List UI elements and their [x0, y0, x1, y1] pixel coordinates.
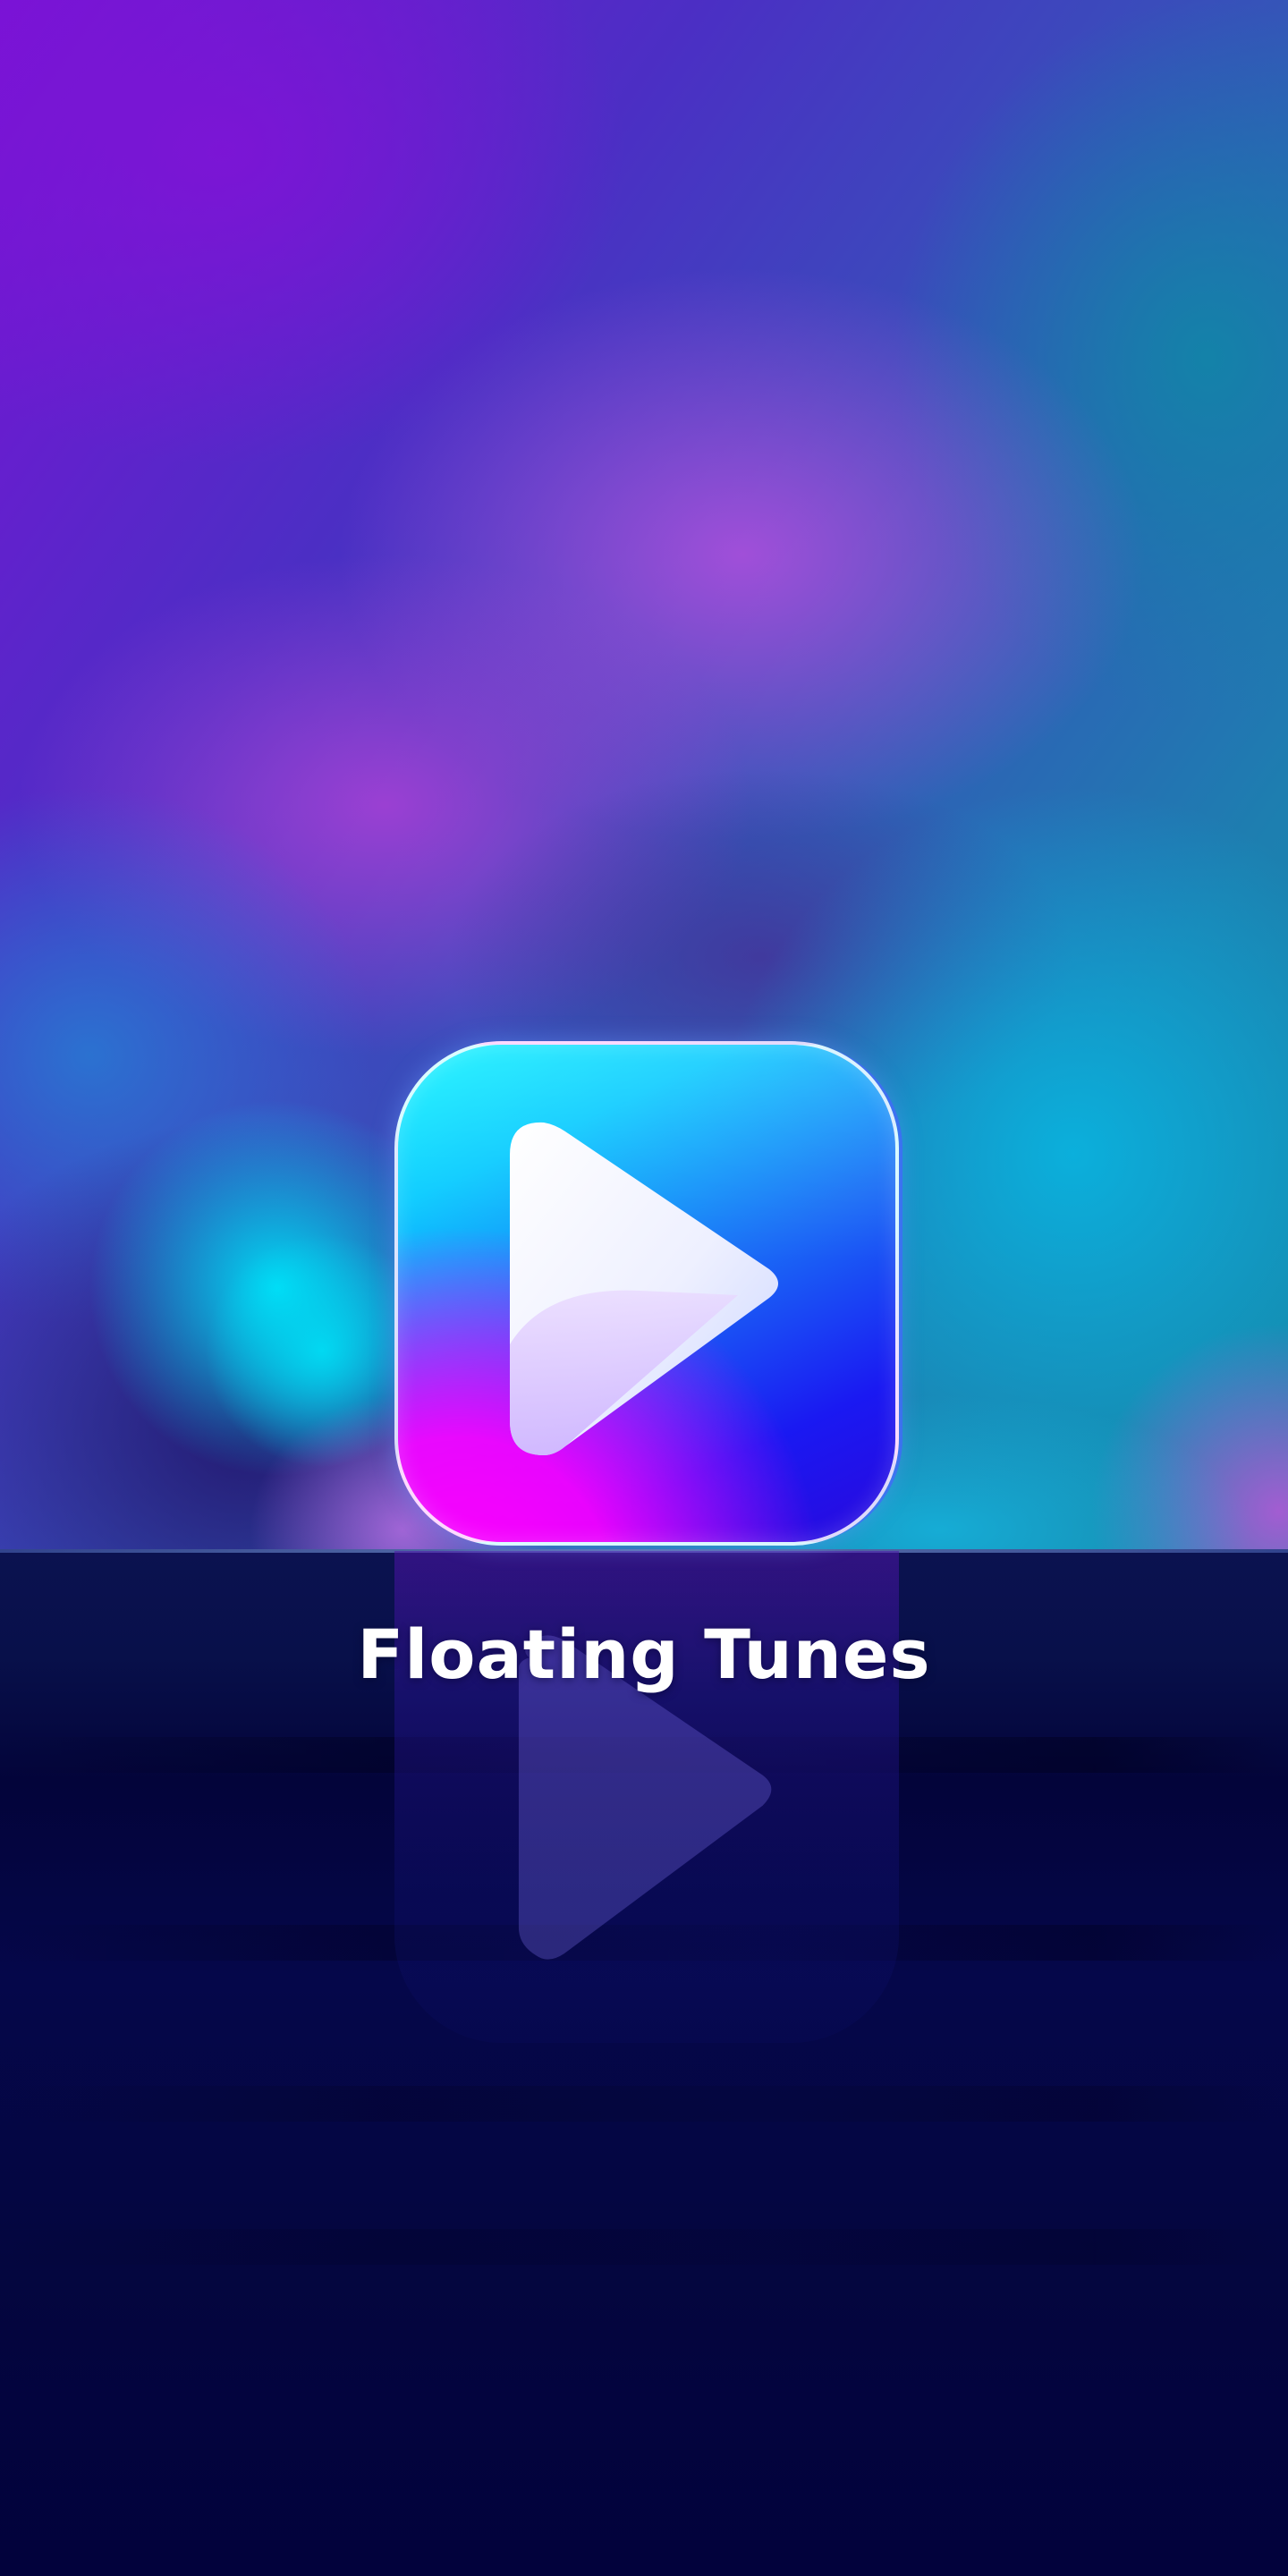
- floor-streak: [0, 2229, 1288, 2265]
- app-title: Floating Tunes: [357, 1614, 931, 1694]
- floor-streak: [0, 2086, 1288, 2122]
- splash-screen: Floating Tunes: [0, 0, 1288, 2576]
- app-icon: [394, 1041, 899, 1546]
- play-icon: [510, 1122, 778, 1455]
